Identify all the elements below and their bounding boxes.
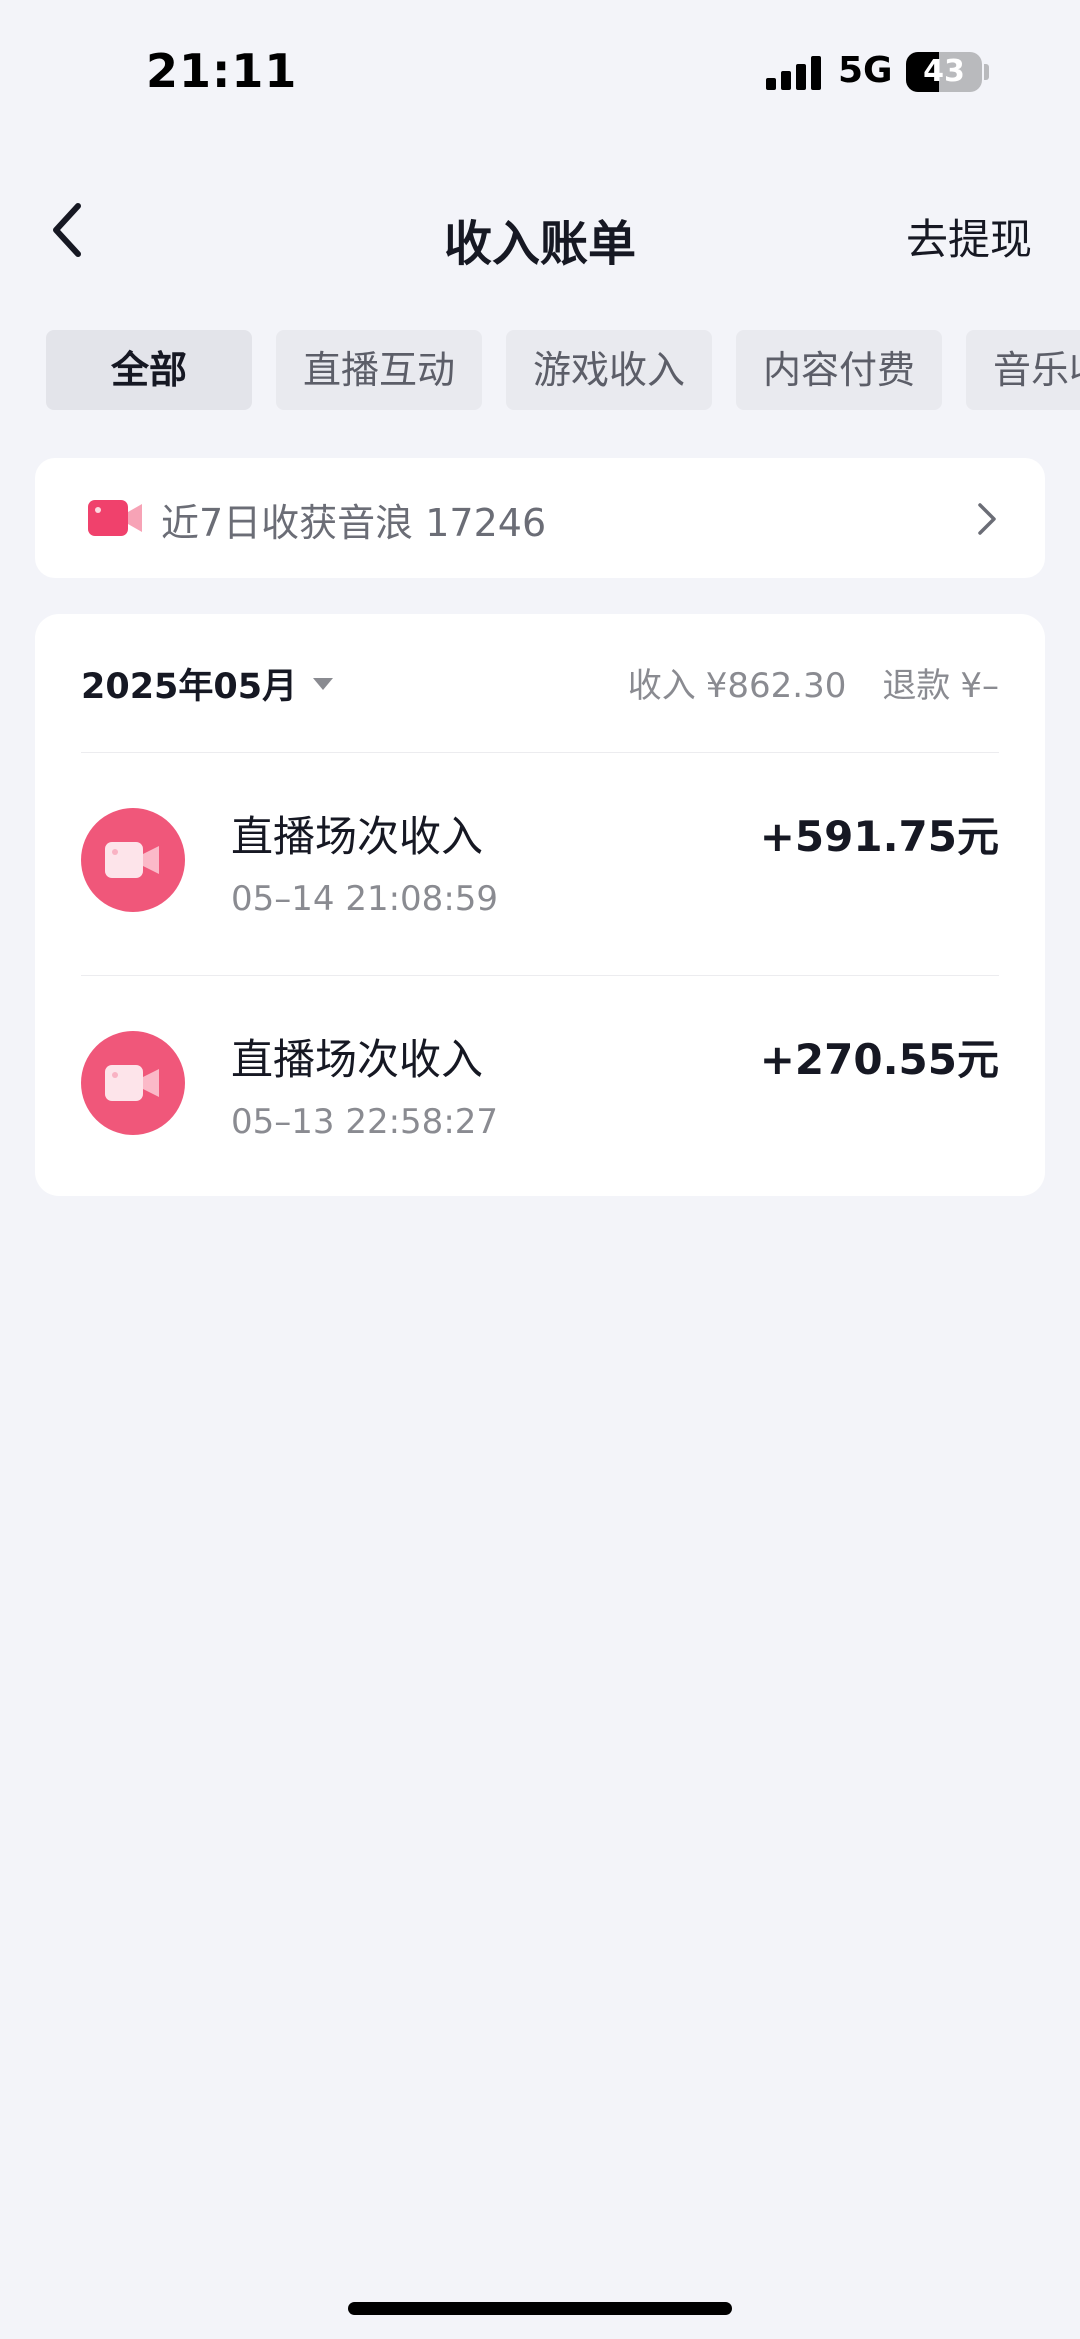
signal-icon (766, 56, 822, 90)
refund-label: 退款 (882, 666, 951, 706)
video-camera-icon (88, 500, 142, 536)
tab-paid-content[interactable]: 内容付费 (736, 330, 942, 410)
caret-down-icon (313, 677, 334, 690)
income-label: 收入 (627, 666, 696, 706)
battery-cap (984, 64, 989, 80)
month-label: 2025年05月 (81, 667, 298, 707)
tab-live-interaction[interactable]: 直播互动 (276, 330, 482, 410)
battery-icon: 43 (906, 52, 982, 92)
nav-bar: 收入账单 去提现 (0, 180, 1080, 280)
recent-earnings-banner[interactable]: 近7日收获音浪 17246 (35, 458, 1045, 578)
income-value: ¥862.30 (705, 666, 847, 706)
battery-level: 43 (923, 54, 965, 89)
network-type: 5G (838, 50, 893, 91)
recent-earnings-text: 近7日收获音浪 17246 (161, 501, 547, 545)
category-tabs: 全部直播互动游戏收入内容付费音乐收入 (46, 330, 1080, 412)
bill-row[interactable]: 直播场次收入 05–13 22:58:27 +270.55元 (35, 976, 1045, 1198)
live-income-icon (81, 808, 185, 912)
refund-value: ¥– (960, 666, 999, 706)
tab-game-income[interactable]: 游戏收入 (506, 330, 712, 410)
bill-row[interactable]: 直播场次收入 05–14 21:08:59 +591.75元 (35, 753, 1045, 975)
bill-title: 直播场次收入 (231, 812, 484, 861)
withdraw-button[interactable]: 去提现 (906, 206, 1032, 267)
status-time: 21:11 (146, 44, 298, 98)
bill-amount: +591.75元 (759, 812, 999, 861)
tab-music-income[interactable]: 音乐收入 (966, 330, 1080, 410)
video-camera-icon (105, 1065, 159, 1101)
video-camera-icon (105, 842, 159, 878)
status-bar: 21:11 5G 43 (0, 0, 1080, 140)
bill-card: 2025年05月 收入 ¥862.30 退款 ¥– 直播场次收入 05–14 21:0… (35, 614, 1045, 1196)
home-indicator[interactable] (348, 2302, 732, 2315)
month-selector[interactable]: 2025年05月 (81, 658, 334, 709)
bill-amount: +270.55元 (759, 1035, 999, 1084)
month-summary: 收入 ¥862.30 退款 ¥– (618, 658, 999, 707)
chevron-right-icon (978, 503, 996, 535)
live-income-icon (81, 1031, 185, 1135)
bill-time: 05–13 22:58:27 (231, 1102, 499, 1142)
tab-all[interactable]: 全部 (46, 330, 252, 410)
bill-time: 05–14 21:08:59 (231, 879, 499, 919)
bill-title: 直播场次收入 (231, 1035, 484, 1084)
